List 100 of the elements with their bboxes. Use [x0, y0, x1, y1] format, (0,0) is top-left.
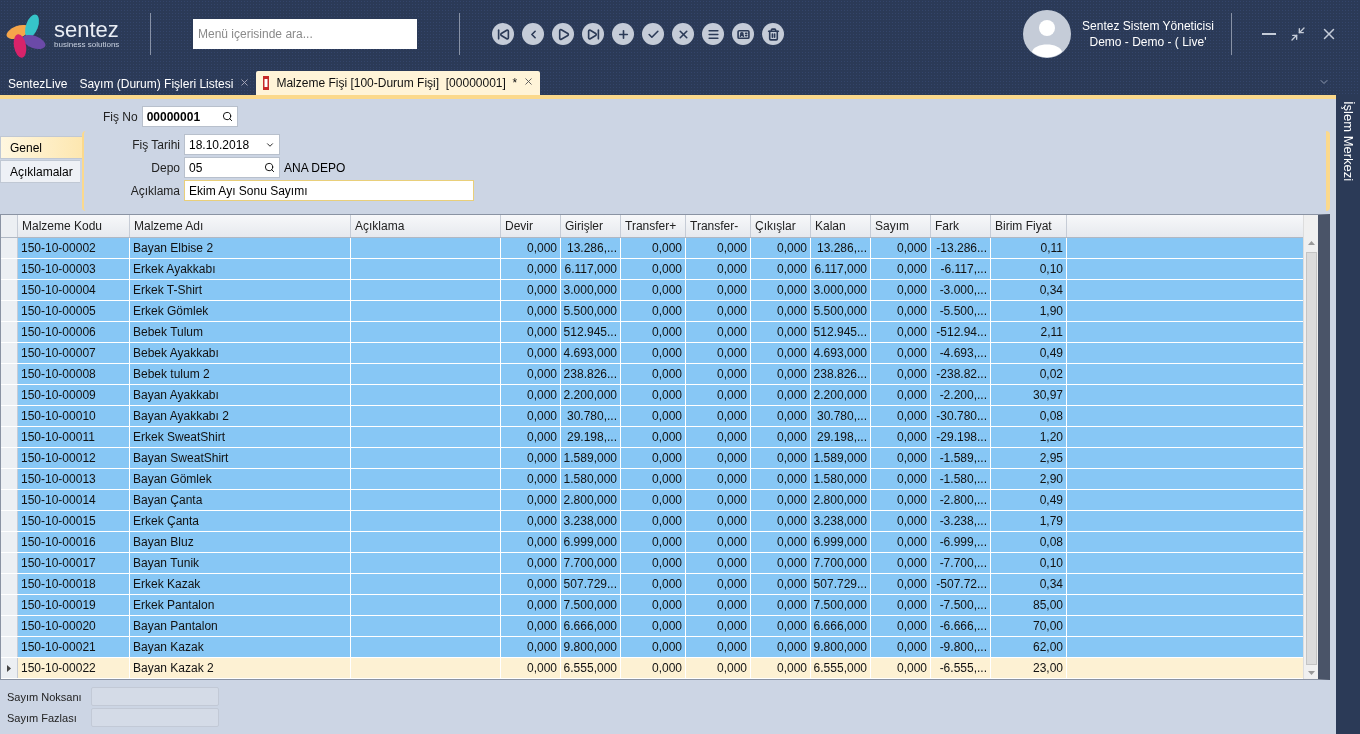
- document-tab[interactable]: Malzeme Fişi [100-Durum Fişi] [00000001] *: [256, 71, 541, 95]
- table-cell: 1,79: [991, 511, 1067, 531]
- field-label: Depo: [150, 160, 180, 175]
- table-cell: 150-10-00004: [18, 280, 130, 300]
- previous-button[interactable]: [522, 23, 544, 45]
- search-icon[interactable]: [264, 162, 275, 173]
- table-cell: 0,000: [501, 532, 561, 552]
- table-row[interactable]: 150-10-00014 Bayan Çanta 0,000 2.800,000 0,000 0,000 0,000 2.800,000 0,000 -2.800,... 0,49: [1, 490, 1303, 511]
- check-button[interactable]: [642, 23, 664, 45]
- cancel-button[interactable]: [672, 23, 694, 45]
- column-header[interactable]: Devir: [501, 215, 561, 237]
- table-cell: 0,000: [751, 280, 811, 300]
- depo-field[interactable]: 05: [184, 157, 280, 178]
- table-row[interactable]: 150-10-00005 Erkek Gömlek 0,000 5.500,000 0,000 0,000 0,000 5.500,000 0,000 -5.500,... 1,90: [1, 301, 1303, 322]
- table-row[interactable]: 150-10-00002 Bayan Elbise 2 0,000 13.286,... 0,000 0,000 0,000 13.286,... 0,000 -13.286... 0,11: [1, 238, 1303, 259]
- table-cell: 0,000: [686, 322, 751, 342]
- table-cell: Erkek Çanta: [130, 511, 351, 531]
- minimize-button[interactable]: [1262, 33, 1276, 35]
- table-cell: 0,000: [501, 658, 561, 678]
- play-button[interactable]: [552, 23, 574, 45]
- table-row[interactable]: 150-10-00011 Erkek SweatShirt 0,000 29.198,... 0,000 0,000 0,000 29.198,... 0,000 -29.198... 1,20: [1, 427, 1303, 448]
- table-cell: 0,000: [686, 280, 751, 300]
- table-cell: 0,000: [621, 532, 686, 552]
- table-row[interactable]: 150-10-00009 Bayan Ayakkabı 0,000 2.200,000 0,000 0,000 0,000 2.200,000 0,000 -2.200,... 30,97: [1, 385, 1303, 406]
- column-header[interactable]: Transfer-: [686, 215, 751, 237]
- restore-button[interactable]: [1290, 26, 1306, 42]
- first-record-icon: [496, 27, 510, 41]
- column-header[interactable]: Açıklama: [351, 215, 501, 237]
- row-indicator[interactable]: [1, 658, 18, 678]
- table-row[interactable]: 150-10-00019 Erkek Pantalon 0,000 7.500,000 0,000 0,000 0,000 7.500,000 0,000 -7.500,... 85,00: [1, 595, 1303, 616]
- table-cell: -30.780...: [931, 406, 991, 426]
- table-cell: 0,000: [871, 553, 931, 573]
- table-cell: 1.589,000: [561, 448, 621, 468]
- table-cell: Bayan Elbise 2: [130, 238, 351, 258]
- id-card-button[interactable]: [732, 23, 754, 45]
- table-cell: 150-10-00008: [18, 364, 130, 384]
- table-cell: 5.500,000: [561, 301, 621, 321]
- table-row[interactable]: 150-10-00022 Bayan Kazak 2 0,000 6.555,000 0,000 0,000 0,000 6.555,000 0,000 -6.555,... 23,00: [1, 658, 1303, 679]
- table-row[interactable]: 150-10-00017 Bayan Tunik 0,000 7.700,000 0,000 0,000 0,000 7.700,000 0,000 -7.700,... 0,10: [1, 553, 1303, 574]
- search-icon[interactable]: [221, 111, 233, 122]
- date-field[interactable]: 18.10.2018: [184, 134, 280, 155]
- table-row[interactable]: 150-10-00016 Bayan Bluz 0,000 6.999,000 0,000 0,000 0,000 6.999,000 0,000 -6.999,... 0,08: [1, 532, 1303, 553]
- section-tab[interactable]: Açıklamalar: [0, 160, 80, 183]
- table-cell: 6.555,000: [811, 658, 871, 678]
- table-cell: 512.945...: [811, 322, 871, 342]
- table-cell: 6.999,000: [811, 532, 871, 552]
- menu-search-field[interactable]: Menü içerisinde ara...: [193, 19, 417, 49]
- scroll-thumb[interactable]: [1305, 252, 1317, 665]
- table-row[interactable]: 150-10-00003 Erkek Ayakkabı 0,000 6.117,000 0,000 0,000 0,000 6.117,000 0,000 -6.117,... 0,10: [1, 259, 1303, 280]
- table-cell: 0,000: [621, 280, 686, 300]
- table-cell: 0,000: [871, 511, 931, 531]
- fis-no-field[interactable]: 00000001: [141, 106, 238, 127]
- column-header[interactable]: Malzeme Adı: [130, 215, 351, 237]
- column-header[interactable]: Girişler: [561, 215, 621, 237]
- table-row[interactable]: 150-10-00013 Bayan Gömlek 0,000 1.580,000 0,000 0,000 0,000 1.580,000 0,000 -1.580,... 2,90: [1, 469, 1303, 490]
- column-header[interactable]: Kalan: [811, 215, 871, 237]
- table-cell: 0,000: [751, 490, 811, 510]
- column-header[interactable]: Malzeme Kodu: [18, 215, 130, 237]
- table-cell: 62,00: [991, 637, 1067, 657]
- section-tab[interactable]: Genel: [0, 136, 82, 159]
- document-tab[interactable]: Sayım (Durum) Fişleri Listesi: [73, 73, 257, 95]
- table-row[interactable]: 150-10-00007 Bebek Ayakkabı 0,000 4.693,000 0,000 0,000 0,000 4.693,000 0,000 -4.693,... 0,49: [1, 343, 1303, 364]
- table-cell: Bayan Pantalon: [130, 616, 351, 636]
- table-row[interactable]: 150-10-00021 Bayan Kazak 0,000 9.800,000 0,000 0,000 0,000 9.800,000 0,000 -9.800,... 62,00: [1, 637, 1303, 658]
- list-button[interactable]: [702, 23, 724, 45]
- vertical-scrollbar[interactable]: [1303, 215, 1318, 679]
- column-header[interactable]: Sayım: [871, 215, 931, 237]
- table-cell: 0,000: [686, 658, 751, 678]
- column-header[interactable]: Birim Fiyat: [991, 215, 1067, 237]
- plus-button[interactable]: [612, 23, 634, 45]
- table-cell: 0,000: [501, 385, 561, 405]
- side-panel-title[interactable]: İşlem Merkezi: [1340, 101, 1356, 734]
- column-header[interactable]: Transfer+: [621, 215, 686, 237]
- table-row[interactable]: 150-10-00012 Bayan SweatShirt 0,000 1.589,000 0,000 0,000 0,000 1.589,000 0,000 -1.589,... 2,95: [1, 448, 1303, 469]
- table-cell: 0,000: [501, 364, 561, 384]
- first-record-button[interactable]: [492, 23, 514, 45]
- column-header[interactable]: Çıkışlar: [751, 215, 811, 237]
- trash-button[interactable]: [762, 23, 784, 45]
- table-row[interactable]: 150-10-00015 Erkek Çanta 0,000 3.238,000 0,000 0,000 0,000 3.238,000 0,000 -3.238,... 1,79: [1, 511, 1303, 532]
- table-cell: 0,000: [686, 595, 751, 615]
- column-header[interactable]: Fark: [931, 215, 991, 237]
- table-cell: -2.800,...: [931, 490, 991, 510]
- table-cell: 0,000: [621, 448, 686, 468]
- description-field[interactable]: Ekim Ayı Sonu Sayımı: [184, 180, 474, 201]
- table-row[interactable]: 150-10-00006 Bebek Tulum 0,000 512.945... 0,000 0,000 0,000 512.945... 0,000 -512.94... 2,11: [1, 322, 1303, 343]
- table-row[interactable]: 150-10-00020 Bayan Pantalon 0,000 6.666,000 0,000 0,000 0,000 6.666,000 0,000 -6.666,... 70,00: [1, 616, 1303, 637]
- table-cell: 0,000: [871, 448, 931, 468]
- table-cell: 0,000: [751, 532, 811, 552]
- table-row[interactable]: 150-10-00018 Erkek Kazak 0,000 507.729... 0,000 0,000 0,000 507.729... 0,000 -507.72... 0,34: [1, 574, 1303, 595]
- table-cell: -7.700,...: [931, 553, 991, 573]
- last-record-button[interactable]: [582, 23, 604, 45]
- row-indicator: [1, 215, 18, 237]
- table-row[interactable]: 150-10-00008 Bebek tulum 2 0,000 238.826... 0,000 0,000 0,000 238.826... 0,000 -238.82... 0,02: [1, 364, 1303, 385]
- table-cell: 0,000: [751, 364, 811, 384]
- table-cell: 0,000: [501, 448, 561, 468]
- table-row[interactable]: 150-10-00004 Erkek T-Shirt 0,000 3.000,000 0,000 0,000 0,000 3.000,000 0,000 -3.000,... 0,34: [1, 280, 1303, 301]
- table-cell: Bebek tulum 2: [130, 364, 351, 384]
- document-tab[interactable]: SentezLive: [2, 73, 74, 95]
- table-cell: 0,000: [871, 469, 931, 489]
- table-row[interactable]: 150-10-00010 Bayan Ayakkabı 2 0,000 30.780,... 0,000 0,000 0,000 30.780,... 0,000 -30.780... 0,08: [1, 406, 1303, 427]
